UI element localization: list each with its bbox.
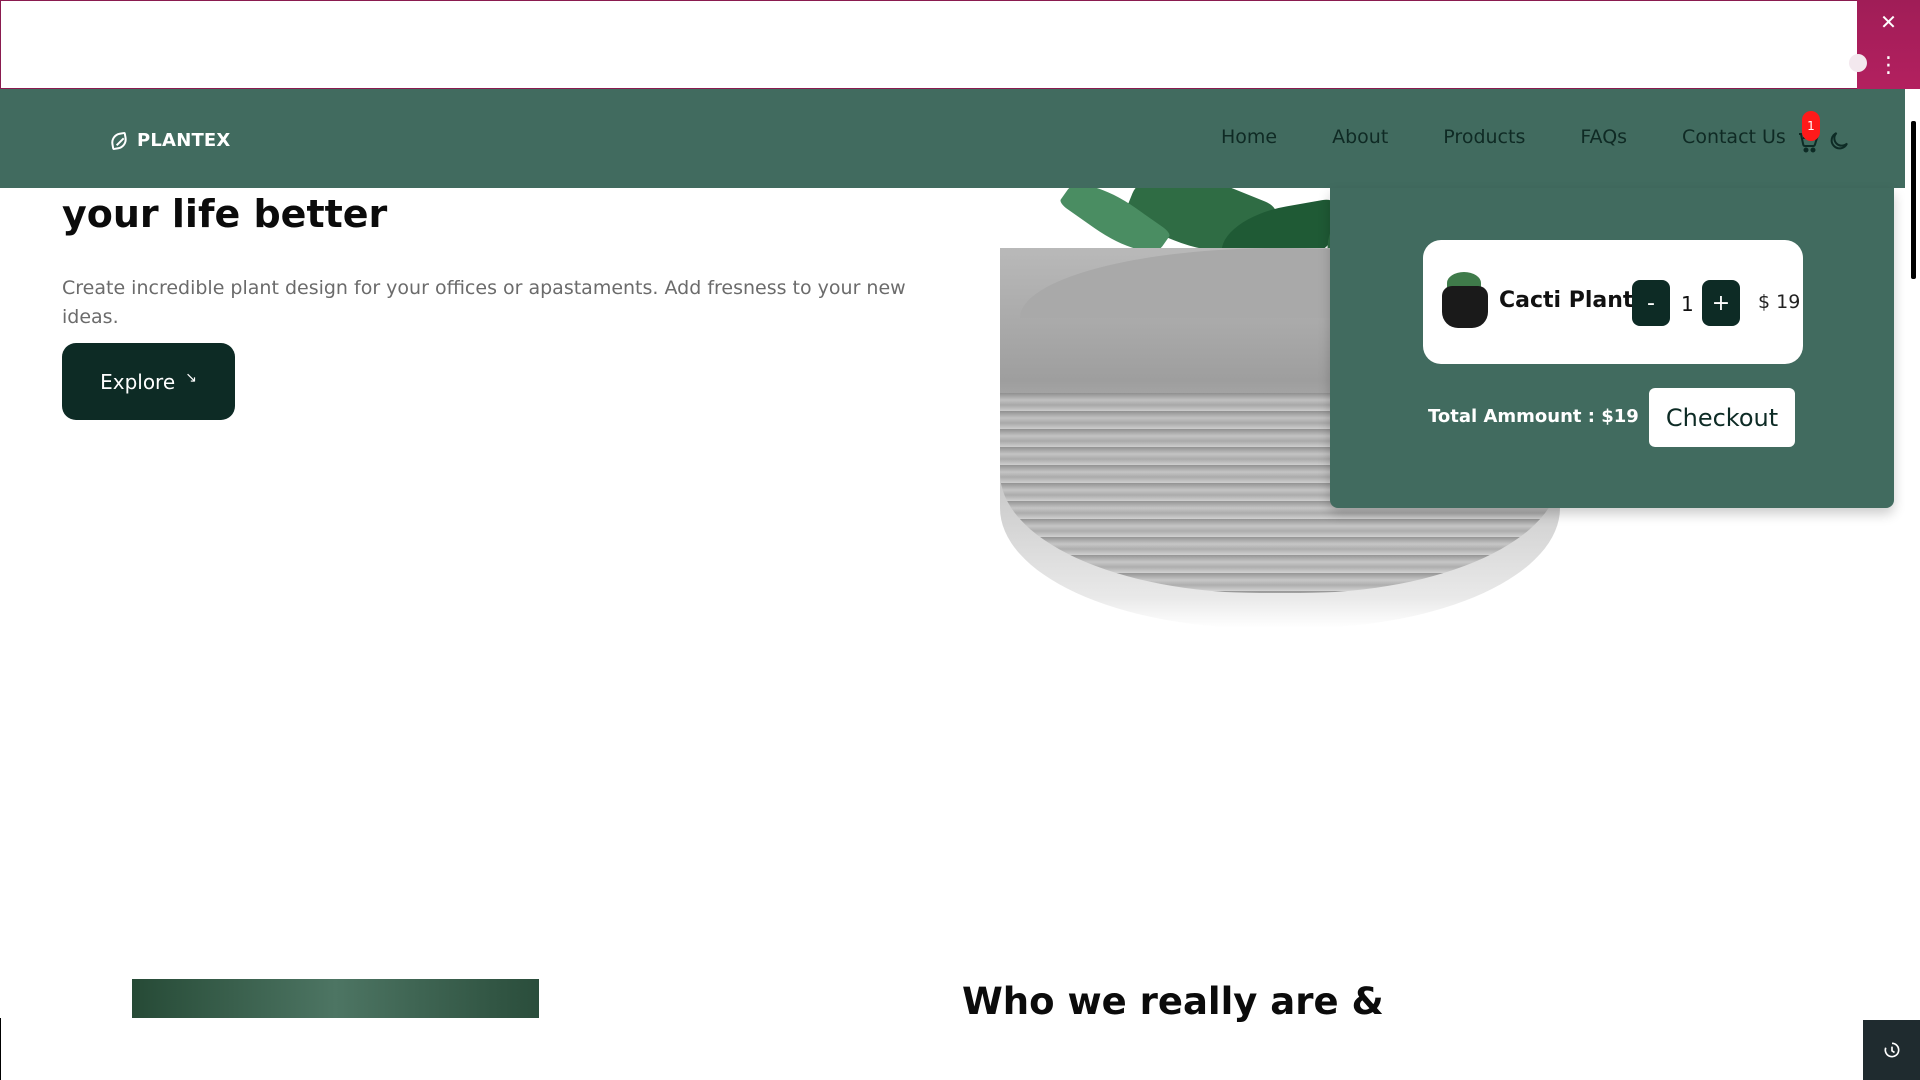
left-divider <box>0 1018 1 1080</box>
nav-products[interactable]: Products <box>1443 126 1525 148</box>
thumbnail-pot <box>1442 286 1488 328</box>
explore-button[interactable]: Explore ↘ <box>62 343 235 420</box>
section-title: Who we really are & <box>962 980 1384 1023</box>
product-thumbnail <box>1438 268 1490 330</box>
nav-about[interactable]: About <box>1332 126 1388 148</box>
item-price: $ 19 <box>1758 291 1801 313</box>
increase-quantity-button[interactable]: + <box>1702 280 1740 326</box>
cart-panel: Cacti Plant - 1 + $ 19 Total Ammount : $… <box>1330 188 1894 508</box>
leaf-icon <box>109 131 129 150</box>
hero-title: your life better <box>62 192 388 236</box>
item-quantity: 1 <box>1681 292 1694 316</box>
frame-controls: ✕ ⋮ <box>1849 0 1920 89</box>
embedded-frame <box>0 0 1920 89</box>
checkout-button[interactable]: Checkout <box>1649 388 1795 447</box>
arrow-down-right-icon: ↘ <box>185 369 197 386</box>
brand-logo[interactable]: PLANTEX <box>109 130 231 151</box>
nav-home[interactable]: Home <box>1221 126 1277 148</box>
history-icon[interactable] <box>1863 1020 1920 1080</box>
about-image <box>132 979 539 1018</box>
total-amount: Total Ammount : $19 <box>1428 406 1639 427</box>
moon-icon[interactable] <box>1827 129 1851 153</box>
explore-label: Explore <box>100 369 176 394</box>
cart-item-name: Cacti Plant <box>1499 288 1634 313</box>
brand-name: PLANTEX <box>137 130 231 151</box>
page-scrollbar[interactable] <box>1905 89 1920 1080</box>
cart-item: Cacti Plant - 1 + $ 19 <box>1423 240 1803 364</box>
nav-contact[interactable]: Contact Us <box>1682 126 1786 148</box>
hero-description: Create incredible plant design for your … <box>62 277 906 328</box>
close-icon[interactable]: ✕ <box>1857 0 1920 44</box>
main-nav: Home About Products FAQs Contact Us <box>1221 126 1786 148</box>
scrollbar-thumb[interactable] <box>1911 121 1916 279</box>
nav-faqs[interactable]: FAQs <box>1580 126 1627 148</box>
cart-badge: 1 <box>1802 111 1820 141</box>
frame-indicator <box>1849 54 1867 72</box>
decrease-quantity-button[interactable]: - <box>1632 280 1670 326</box>
